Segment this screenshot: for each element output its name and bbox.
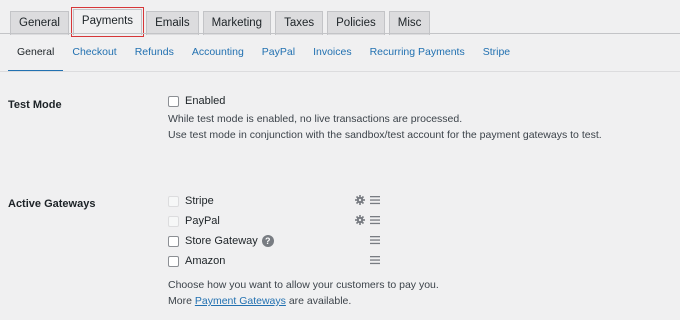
subtab-general[interactable]: General: [8, 42, 64, 72]
tab-general[interactable]: General: [10, 11, 69, 35]
gateway-amazon-label: Amazon: [185, 255, 226, 267]
tab-marketing[interactable]: Marketing: [202, 11, 272, 35]
gateway-paypal-checkbox[interactable]: [168, 215, 179, 227]
tab-misc[interactable]: Misc: [388, 11, 431, 35]
gear-icon[interactable]: [354, 194, 366, 206]
subtab-accounting[interactable]: Accounting: [183, 42, 253, 72]
settings-main-tabs: General Payments Emails Marketing Taxes …: [10, 7, 431, 37]
active-gateways-description: Choose how you want to allow your custom…: [168, 277, 439, 309]
gateway-store-gateway-checkbox[interactable]: [168, 235, 179, 247]
gear-icon[interactable]: [354, 214, 366, 226]
test-mode-field: Enabled: [168, 95, 225, 107]
tab-taxes[interactable]: Taxes: [275, 11, 324, 35]
subtab-recurring-payments[interactable]: Recurring Payments: [361, 42, 474, 72]
gateway-amazon-checkbox[interactable]: [168, 255, 179, 267]
tab-policies[interactable]: Policies: [327, 11, 385, 35]
gateways-desc-more: More: [168, 295, 192, 307]
gateway-paypal-label: PayPal: [185, 215, 220, 227]
active-gateways-label: Active Gateways: [8, 198, 96, 210]
test-mode-desc-line1: While test mode is enabled, no live tran…: [168, 113, 463, 125]
gateway-row-paypal: PayPal: [168, 212, 388, 230]
gateway-stripe-label: Stripe: [185, 195, 214, 207]
drag-handle-icon[interactable]: [370, 215, 380, 225]
drag-handle-icon[interactable]: [370, 235, 380, 245]
subtab-refunds[interactable]: Refunds: [126, 42, 183, 72]
gateway-store-gateway-label: Store Gateway: [185, 235, 258, 247]
test-mode-label: Test Mode: [8, 99, 62, 111]
drag-handle-icon[interactable]: [370, 255, 380, 265]
payment-gateways-link[interactable]: Payment Gateways: [195, 295, 286, 307]
test-mode-checkbox[interactable]: [168, 95, 179, 107]
test-mode-description: While test mode is enabled, no live tran…: [168, 111, 602, 143]
help-icon[interactable]: ?: [261, 235, 274, 247]
subtab-invoices[interactable]: Invoices: [304, 42, 361, 72]
gateway-row-amazon: Amazon: [168, 252, 388, 270]
gateways-desc-line1: Choose how you want to allow your custom…: [168, 279, 439, 291]
gateways-desc-tail: are available.: [288, 295, 352, 307]
test-mode-checkbox-label[interactable]: Enabled: [185, 95, 225, 107]
tab-payments[interactable]: Payments: [70, 7, 145, 37]
drag-handle-icon[interactable]: [370, 195, 380, 205]
subtab-divider: [0, 71, 680, 72]
gateway-stripe-checkbox[interactable]: [168, 195, 179, 207]
subtab-paypal[interactable]: PayPal: [253, 42, 304, 72]
tab-emails[interactable]: Emails: [146, 11, 199, 35]
test-mode-desc-line2: Use test mode in conjunction with the sa…: [168, 129, 602, 141]
settings-sub-tabs: General Checkout Refunds Accounting PayP…: [8, 42, 519, 72]
gateways-desc-line2: More Payment Gateways are available.: [168, 293, 439, 309]
subtab-checkout[interactable]: Checkout: [63, 42, 125, 72]
tab-divider: [0, 33, 680, 34]
gateway-row-stripe: Stripe: [168, 192, 388, 210]
subtab-stripe[interactable]: Stripe: [474, 42, 519, 72]
gateway-row-store-gateway: Store Gateway ?: [168, 232, 388, 250]
